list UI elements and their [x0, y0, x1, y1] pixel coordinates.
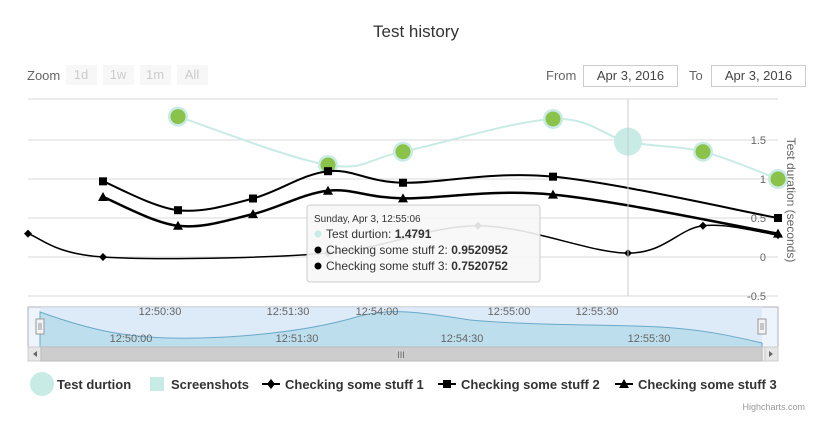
tooltip-row-1-dot — [314, 230, 322, 238]
legend-label-test-durtion: Test durtion — [57, 377, 131, 392]
scrollbar-grip: III — [397, 350, 405, 360]
navigator-bottom-label: 12:54:30 — [441, 333, 484, 345]
to-date-input[interactable]: Apr 3, 2016 — [711, 65, 806, 87]
data-point — [249, 194, 257, 203]
to-label: To — [689, 68, 703, 83]
legend-circle-icon — [30, 372, 54, 396]
legend: Test durtion Screenshots Checking some s… — [30, 372, 777, 396]
navigator-handle-right[interactable] — [757, 318, 767, 335]
legend-label-stuff-2: Checking some stuff 2 — [461, 377, 600, 392]
legend-item-screenshots[interactable]: Screenshots — [150, 377, 249, 392]
tooltip-row-1: Test durtion: 1.4791 — [326, 227, 432, 241]
legend-square-icon — [150, 377, 164, 391]
legend-label-stuff-1: Checking some stuff 1 — [285, 377, 424, 392]
tooltip-row-3-value: 0.7520752 — [451, 259, 508, 273]
tooltip-row-1-label: Test durtion: — [326, 227, 395, 241]
tooltip-row-3: Checking some stuff 3: 0.7520752 — [326, 259, 508, 273]
navigator-top-label: 12:54:00 — [356, 306, 399, 318]
tooltip-row-3-dot — [314, 262, 322, 270]
legend-label-screenshots: Screenshots — [171, 377, 249, 392]
data-point — [699, 221, 707, 230]
from-date-input[interactable]: Apr 3, 2016 — [583, 65, 678, 87]
tooltip-row-2: Checking some stuff 2: 0.9520952 — [326, 243, 508, 257]
tooltip-row-2-value: 0.9520952 — [451, 243, 508, 257]
from-label: From — [546, 68, 576, 83]
scrollbar[interactable]: III — [27, 346, 779, 362]
legend-diamond-icon — [267, 379, 275, 389]
tooltip: Sunday, Apr 3, 12:55:06 Test durtion: 1.… — [306, 204, 541, 283]
zoom-1m-label: 1m — [146, 67, 164, 82]
tooltip-row-3-label: Checking some stuff 3: — [326, 259, 451, 273]
navigator-bottom-label: 12:51:30 — [276, 333, 319, 345]
y-tick-label: 0 — [760, 252, 766, 264]
zoom-1d-label: 1d — [74, 67, 88, 82]
navigator[interactable]: 12:50:30 12:51:30 12:54:00 12:55:00 12:55:30… — [27, 306, 779, 348]
data-point — [174, 206, 182, 215]
zoom-1w-label: 1w — [110, 67, 127, 82]
navigator-top-label: 12:51:30 — [267, 306, 310, 318]
navigator-bottom-label: 12:55:30 — [628, 333, 671, 345]
zoom-1m-button[interactable]: 1m — [140, 65, 171, 85]
zoom-1d-button[interactable]: 1d — [66, 65, 97, 85]
y-tick-label: 1 — [760, 174, 766, 186]
data-point — [24, 229, 32, 238]
y-tick-label: -0.5 — [747, 291, 766, 303]
zoom-all-label: All — [185, 67, 200, 82]
legend-square-marker-icon — [443, 380, 451, 388]
legend-item-stuff-3[interactable]: Checking some stuff 3 — [615, 377, 777, 392]
y-tick-label: 1.5 — [751, 135, 766, 147]
tooltip-row-2-dot — [314, 246, 322, 254]
data-point — [774, 214, 782, 222]
chart-title: Test history — [373, 22, 459, 41]
data-point — [549, 172, 557, 181]
navigator-top-label: 12:55:00 — [488, 306, 531, 318]
tooltip-row-1-value: 1.4791 — [395, 227, 432, 241]
y-axis-title: Test duration (seconds) — [784, 138, 798, 263]
zoom-all-button[interactable]: All — [177, 65, 208, 85]
tooltip-header: Sunday, Apr 3, 12:55:06 — [314, 214, 421, 225]
legend-item-stuff-2[interactable]: Checking some stuff 2 — [438, 377, 600, 392]
chart: Test history Zoom 1d 1w 1m All From To 1… — [24, 22, 805, 412]
data-point — [170, 109, 186, 125]
tooltip-row-2-label: Checking some stuff 2: — [326, 243, 451, 257]
data-point — [395, 144, 411, 160]
navigator-bottom-label: 12:50:00 — [110, 333, 153, 345]
legend-item-test-durtion[interactable]: Test durtion — [30, 372, 131, 396]
y-axis: 1.510.50-0.5 — [747, 135, 766, 303]
data-point — [770, 171, 786, 187]
navigator-handle-left[interactable] — [35, 318, 45, 335]
zoom-label: Zoom — [27, 68, 60, 83]
data-point — [399, 178, 407, 187]
legend-item-stuff-1[interactable]: Checking some stuff 1 — [262, 377, 424, 392]
series-line — [177, 115, 779, 180]
navigator-top-label: 12:50:30 — [139, 306, 182, 318]
data-point — [545, 111, 561, 127]
data-point — [99, 177, 107, 186]
zoom-1w-button[interactable]: 1w — [103, 65, 134, 85]
legend-label-stuff-3: Checking some stuff 3 — [638, 377, 777, 392]
credits-link[interactable]: Highcharts.com — [742, 402, 805, 412]
data-point — [99, 253, 107, 261]
navigator-top-label: 12:55:30 — [576, 306, 619, 318]
data-point — [98, 191, 108, 201]
data-point — [695, 144, 711, 160]
data-point — [324, 167, 332, 176]
